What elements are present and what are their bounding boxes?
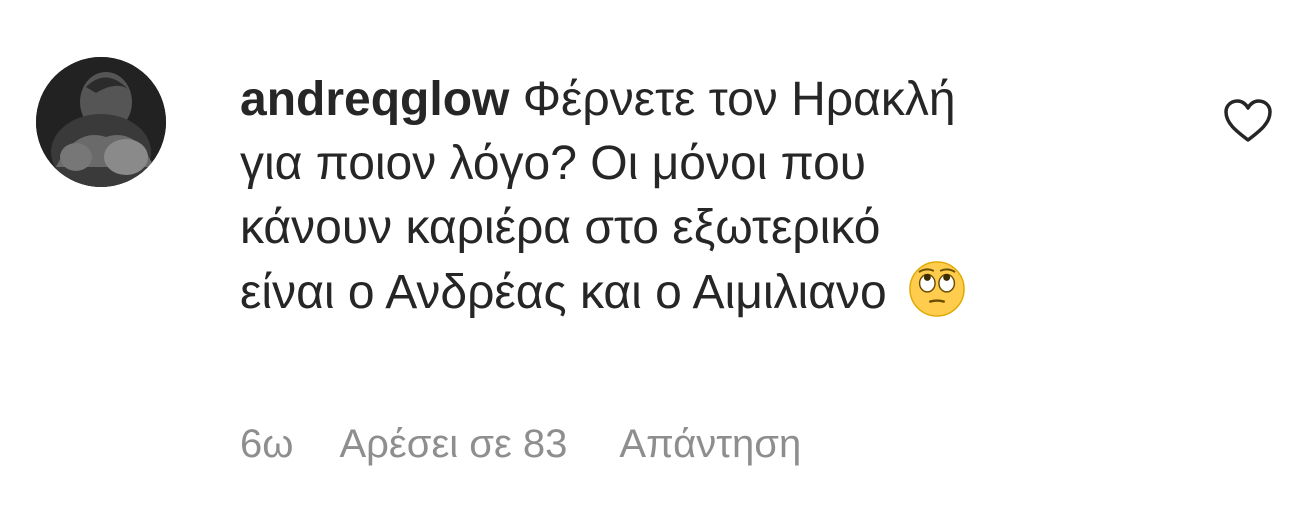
comment-text: andreqglow Φέρνετε τον Ηρακλή για ποιον … bbox=[240, 68, 1160, 325]
username-link[interactable]: andreqglow bbox=[240, 73, 509, 126]
reply-button[interactable]: Απάντηση bbox=[619, 422, 801, 467]
heart-outline-icon[interactable] bbox=[1222, 98, 1274, 144]
comment-time: 6ω bbox=[240, 421, 294, 466]
comment-line-1: Φέρνετε τον Ηρακλή bbox=[522, 73, 956, 126]
comment-meta: 6ω Αρέσει σε 83 Απάντηση bbox=[240, 414, 801, 474]
likes-count-button[interactable]: Αρέσει σε 83 bbox=[339, 422, 567, 467]
comment-line-4: είναι ο Ανδρέας και ο Αιμιλιανο bbox=[240, 266, 887, 319]
avatar[interactable] bbox=[36, 57, 166, 187]
comment-line-3: κάνουν καριέρα στο εξωτερικό bbox=[240, 201, 881, 254]
comment-line-2: για ποιον λόγο? Οι μόνοι που bbox=[240, 137, 867, 190]
comment: andreqglow Φέρνετε τον Ηρακλή για ποιον … bbox=[0, 0, 1300, 532]
avatar-image bbox=[36, 57, 166, 187]
rolling-eyes-emoji-icon bbox=[909, 261, 965, 317]
